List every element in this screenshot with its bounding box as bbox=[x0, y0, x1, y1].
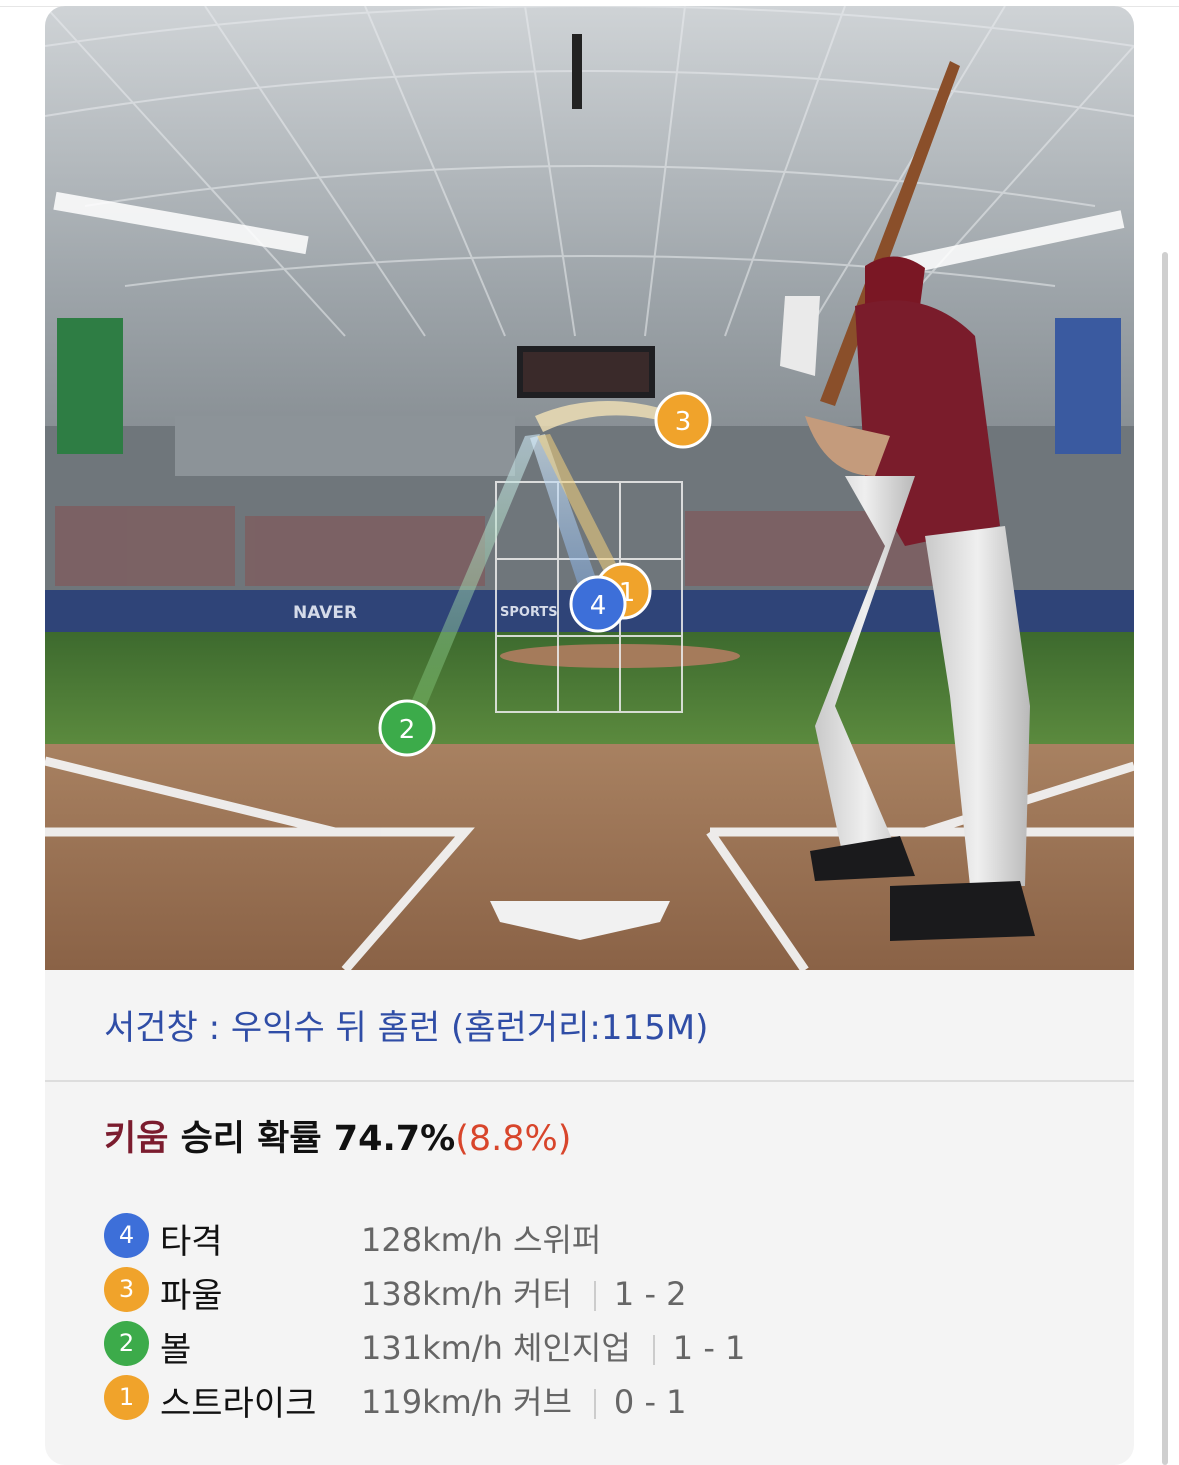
pitch-row-1: 1 스트라이크 119km/h 커브 0 - 1 bbox=[104, 1370, 1004, 1424]
pitch-detail: 128km/h 스위퍼 bbox=[361, 1215, 601, 1261]
pitch-number-badge: 1 bbox=[104, 1375, 149, 1420]
win-probability-delta: (8.8%) bbox=[455, 1119, 572, 1159]
pitch-marker-4[interactable]: 4 bbox=[569, 575, 627, 633]
pitch-tracker-scene: NAVER SPORTS 3 1 4 2 bbox=[45, 6, 1134, 970]
pitch-detail: 119km/h 커브 0 - 1 bbox=[361, 1377, 687, 1423]
marker-label-4: 4 bbox=[590, 591, 607, 621]
pitch-result: 볼 bbox=[160, 1330, 192, 1370]
pitch-number-badge: 3 bbox=[104, 1267, 149, 1312]
pitch-marker-2[interactable]: 2 bbox=[378, 699, 436, 757]
pitch-result: 타격 bbox=[160, 1222, 223, 1262]
play-caption[interactable]: 서건창 : 우익수 뒤 홈런 (홈런거리:115M) bbox=[104, 1000, 708, 1049]
pitch-number-badge: 2 bbox=[104, 1321, 149, 1366]
pitch-row-3: 3 파울 138km/h 커터 1 - 2 bbox=[104, 1262, 1004, 1316]
pitch-count: 1 - 1 bbox=[672, 1329, 746, 1367]
count-separator bbox=[593, 1389, 596, 1419]
pitch-number-badge: 4 bbox=[104, 1213, 149, 1258]
win-probability-value: 74.7% bbox=[333, 1119, 456, 1159]
pitch-card: NAVER SPORTS 3 1 4 2 서건창: 우익수 뒤 홈런 (홈런거… bbox=[45, 6, 1134, 1465]
banner-sports-logo: SPORTS bbox=[500, 605, 558, 620]
win-probability-label: 승리 확률 bbox=[180, 1119, 322, 1159]
pitch-count: 0 - 1 bbox=[613, 1383, 687, 1421]
pitch-result: 스트라이크 bbox=[160, 1384, 317, 1424]
section-divider bbox=[45, 1080, 1134, 1082]
marker-label-3: 3 bbox=[675, 407, 692, 437]
pitch-speed: 128km/h bbox=[361, 1221, 503, 1259]
marker-label-2: 2 bbox=[399, 715, 416, 745]
count-separator bbox=[593, 1281, 596, 1311]
pitch-list: 4 타격 128km/h 스위퍼 3 파울 138km/h 커터 1 - 2 2 … bbox=[104, 1208, 1004, 1424]
count-separator bbox=[652, 1335, 655, 1365]
pitch-detail: 131km/h 체인지업 1 - 1 bbox=[361, 1323, 745, 1369]
pitch-type: 커브 bbox=[513, 1383, 572, 1421]
banner-logo: NAVER bbox=[293, 603, 357, 623]
pitch-speed: 138km/h bbox=[361, 1275, 503, 1313]
pitch-type: 커터 bbox=[513, 1275, 572, 1313]
pitch-marker-3[interactable]: 3 bbox=[654, 391, 712, 449]
pitch-count: 1 - 2 bbox=[613, 1275, 687, 1313]
pitch-detail: 138km/h 커터 1 - 2 bbox=[361, 1269, 687, 1315]
pitch-row-2: 2 볼 131km/h 체인지업 1 - 1 bbox=[104, 1316, 1004, 1370]
pitch-type: 스위퍼 bbox=[513, 1221, 602, 1259]
pitch-speed: 119km/h bbox=[361, 1383, 503, 1421]
pitch-row-4: 4 타격 128km/h 스위퍼 bbox=[104, 1208, 1004, 1262]
scrollbar[interactable] bbox=[1162, 252, 1168, 1465]
pitch-speed: 131km/h bbox=[361, 1329, 503, 1367]
pitch-type: 체인지업 bbox=[513, 1329, 631, 1367]
pitch-result: 파울 bbox=[160, 1276, 223, 1316]
team-name: 키움 bbox=[104, 1119, 169, 1159]
win-probability: 키움 승리 확률 74.7%(8.8%) bbox=[104, 1110, 571, 1161]
